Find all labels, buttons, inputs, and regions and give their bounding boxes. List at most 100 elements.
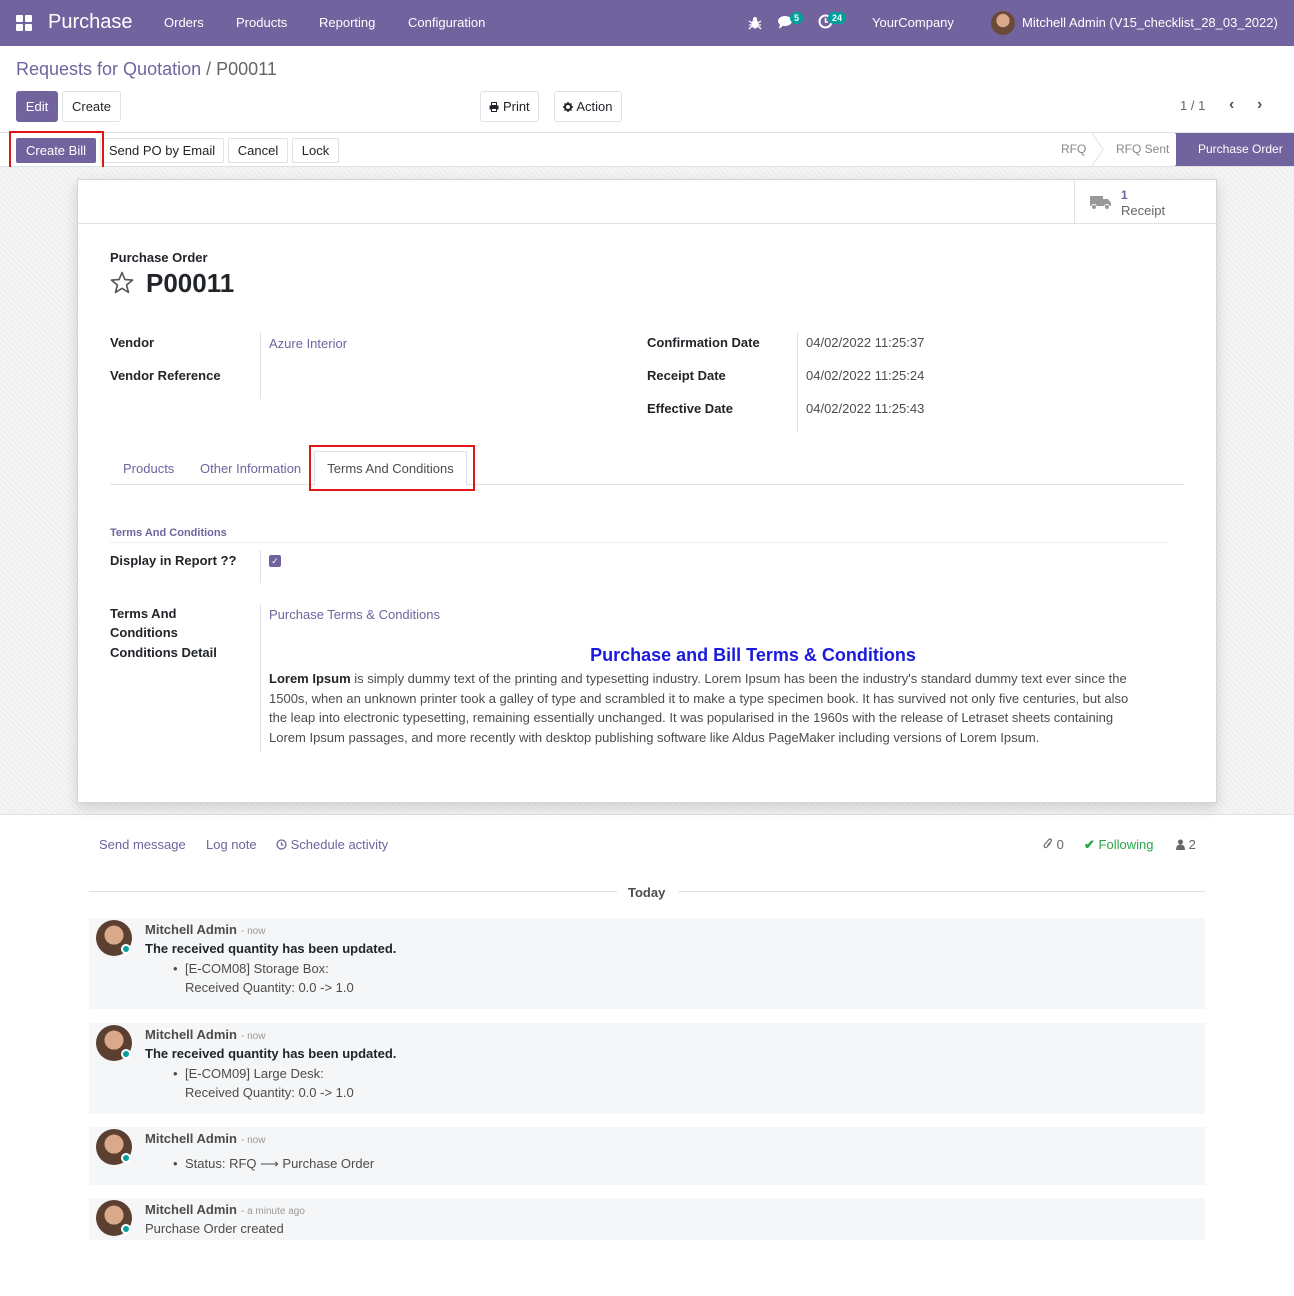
message-author[interactable]: Mitchell Admin - a minute ago <box>145 1202 305 1217</box>
terms-label-line1: Terms And <box>110 606 177 621</box>
terms-body[interactable]: Lorem Ipsum is simply dummy text of the … <box>269 669 1139 747</box>
message-author[interactable]: Mitchell Admin - now <box>145 1131 265 1146</box>
display-in-report-label: Display in Report ?? <box>110 553 237 568</box>
menu-reporting[interactable]: Reporting <box>319 15 375 30</box>
paperclip-icon <box>1043 838 1053 849</box>
edit-button[interactable]: Edit <box>16 91 58 122</box>
stage-rfq[interactable]: RFQ <box>1061 133 1086 166</box>
status-bar: Create Bill Send PO by Email Cancel Lock… <box>0 132 1294 167</box>
receipt-date-label: Receipt Date <box>647 368 726 383</box>
message-time: - now <box>240 926 266 937</box>
receipt-date-field: 04/02/2022 11:25:24 <box>806 368 925 383</box>
menu-products[interactable]: Products <box>236 15 287 30</box>
followers-count: 2 <box>1188 837 1196 852</box>
breadcrumb: Requests for Quotation / P00011 <box>16 59 277 80</box>
status-change-item: Status: RFQ ⟶ Purchase Order <box>173 1156 374 1172</box>
terms-divider <box>260 604 261 752</box>
create-button[interactable]: Create <box>62 91 121 122</box>
messages-count-badge: 5 <box>790 12 804 24</box>
tabs-underline <box>110 484 1184 485</box>
stage-rfq-sent[interactable]: RFQ Sent <box>1116 133 1169 166</box>
apps-menu-icon[interactable] <box>16 15 32 31</box>
chatter-message: Mitchell Admin- now Status: RFQ ⟶ Purcha… <box>89 1127 1205 1185</box>
form-title-label: Purchase Order <box>110 250 208 265</box>
arrow-right-icon: ⟶ <box>260 1156 279 1171</box>
tab-products[interactable]: Products <box>123 461 174 476</box>
vendor-reference-label: Vendor Reference <box>110 368 221 383</box>
message-time: - now <box>240 1031 266 1042</box>
print-button[interactable]: Print <box>480 91 539 122</box>
user-icon <box>1176 839 1185 850</box>
message-time: - a minute ago <box>240 1206 305 1217</box>
print-label: Print <box>502 99 530 114</box>
vendor-field[interactable]: Azure Interior <box>269 336 347 351</box>
order-name: P00011 <box>146 268 235 298</box>
star-icon[interactable] <box>110 271 134 294</box>
truck-icon <box>1090 196 1111 210</box>
action-button[interactable]: Action <box>554 91 622 122</box>
breadcrumb-separator: / <box>206 59 212 79</box>
schedule-activity-label: Schedule activity <box>290 837 389 852</box>
attachments-button[interactable]: 0 <box>1043 837 1064 852</box>
schedule-activity-button[interactable]: Schedule activity <box>276 837 388 852</box>
terms-template-field[interactable]: Purchase Terms & Conditions <box>269 607 440 622</box>
log-note-button[interactable]: Log note <box>206 837 257 852</box>
dates-divider <box>797 332 798 432</box>
followers-button[interactable]: 2 <box>1176 837 1196 852</box>
terms-body-bold: Lorem Ipsum <box>269 671 351 686</box>
user-menu[interactable]: Mitchell Admin (V15_checklist_28_03_2022… <box>1022 15 1278 30</box>
receipt-smart-button[interactable]: 1 Receipt <box>1074 180 1216 223</box>
terms-body-text: is simply dummy text of the printing and… <box>269 671 1129 745</box>
send-po-by-email-button[interactable]: Send PO by Email <box>100 138 224 163</box>
cancel-button[interactable]: Cancel <box>228 138 288 163</box>
stage-purchase-order[interactable]: Purchase Order <box>1176 133 1294 166</box>
breadcrumb-current: P00011 <box>216 59 277 79</box>
message-item: [E-COM09] Large Desk: <box>173 1066 324 1081</box>
menu-orders[interactable]: Orders <box>164 15 204 30</box>
pager-value[interactable]: 1 / 1 <box>1180 98 1205 113</box>
button-box: 1 Receipt <box>78 180 1216 224</box>
message-detail: Received Quantity: 0.0 -> 1.0 <box>185 1085 354 1100</box>
today-line-left <box>89 891 617 892</box>
confirmation-date-label: Confirmation Date <box>647 335 760 350</box>
display-in-report-checkbox[interactable]: ✓ <box>269 555 281 567</box>
gear-icon <box>563 102 574 112</box>
message-text: The received quantity has been updated. <box>145 941 397 956</box>
pager-previous-icon[interactable]: ‹ <box>1229 96 1234 114</box>
breadcrumb-parent[interactable]: Requests for Quotation <box>16 59 201 79</box>
message-author[interactable]: Mitchell Admin - now <box>145 1027 265 1042</box>
chatter-message: Mitchell Admin - now The received quantit… <box>89 1023 1205 1114</box>
highlight-create-bill <box>9 131 104 170</box>
chatter-message: Mitchell Admin - now The received quantit… <box>89 918 1205 1009</box>
lock-button[interactable]: Lock <box>292 138 339 163</box>
pager-next-icon[interactable]: › <box>1257 96 1262 114</box>
user-avatar[interactable] <box>991 11 1015 35</box>
stage-divider <box>1092 133 1104 166</box>
printer-icon <box>489 102 499 112</box>
clock-icon <box>276 839 287 850</box>
top-navbar: Purchase Orders Products Reporting Confi… <box>0 0 1294 46</box>
terms-heading: Purchase and Bill Terms & Conditions <box>590 645 916 665</box>
activities-count-badge: 24 <box>828 12 847 24</box>
chatter-message: Mitchell Admin - a minute ago Purchase Or… <box>89 1198 1205 1240</box>
terms-section-title: Terms And Conditions <box>110 527 227 539</box>
message-author[interactable]: Mitchell Admin - now <box>145 922 265 937</box>
app-name[interactable]: Purchase <box>48 11 133 34</box>
receipt-label: Receipt <box>1121 203 1166 218</box>
attachments-count: 0 <box>1056 837 1064 852</box>
receipt-count: 1 <box>1121 188 1128 202</box>
message-time: - now <box>240 1135 266 1146</box>
online-status-icon <box>121 1153 131 1163</box>
vendor-divider <box>260 332 261 399</box>
company-switcher[interactable]: YourCompany <box>872 15 954 30</box>
following-button[interactable]: ✔ Following <box>1084 837 1153 853</box>
message-text: The received quantity has been updated. <box>145 1046 397 1061</box>
menu-configuration[interactable]: Configuration <box>408 15 485 30</box>
send-message-button[interactable]: Send message <box>99 837 186 852</box>
message-item: [E-COM08] Storage Box: <box>173 961 329 976</box>
effective-date-label: Effective Date <box>647 401 733 416</box>
online-status-icon <box>121 1224 131 1234</box>
tab-other-information[interactable]: Other Information <box>200 461 301 476</box>
following-label: Following <box>1098 837 1154 852</box>
bug-icon[interactable] <box>748 15 762 30</box>
